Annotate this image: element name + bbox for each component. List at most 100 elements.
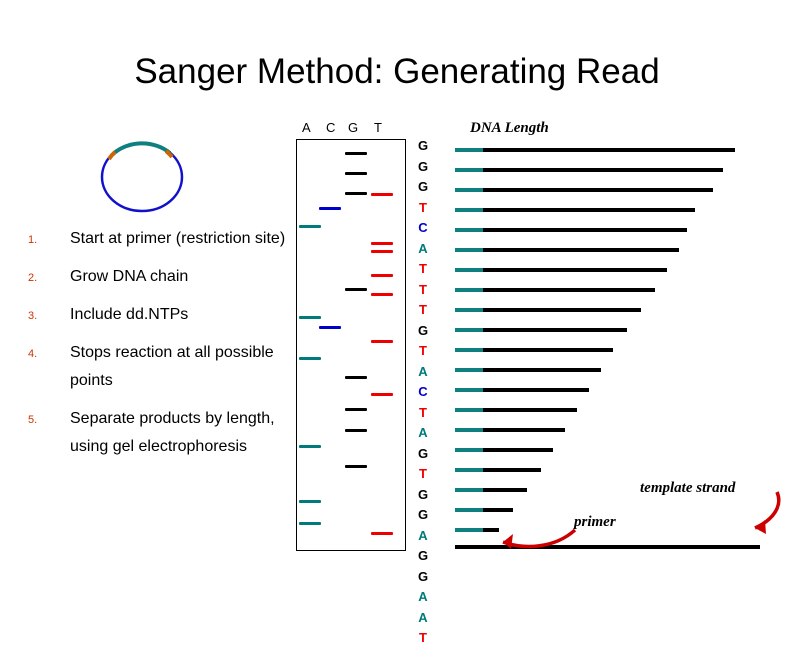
- ladder-rung: [455, 408, 577, 412]
- gel-band-t: [371, 274, 393, 277]
- slide-canvas: Sanger Method: Generating Read 1. Start …: [0, 0, 794, 645]
- ladder-chain-segment: [483, 268, 667, 272]
- sequence-base: G: [417, 158, 429, 174]
- ladder-chain-segment: [483, 168, 723, 172]
- list-item-number: 2.: [28, 272, 38, 284]
- sequence-base: A: [418, 425, 428, 440]
- sequence-base: A: [418, 609, 428, 625]
- gel-band-a: [299, 316, 321, 319]
- ladder-chain-segment: [483, 448, 553, 452]
- ladder-primer-segment: [455, 208, 483, 212]
- list-item-number: 3.: [28, 310, 38, 322]
- list-item-label: Start at primer (restriction site): [70, 230, 286, 247]
- gel-band-a: [299, 225, 321, 228]
- gel-lane-label-t: T: [374, 120, 382, 135]
- ladder-primer-segment: [455, 288, 483, 292]
- plasmid-marker-right: [164, 149, 174, 159]
- gel-band-t: [371, 293, 393, 296]
- primer-arrow-head: [503, 534, 513, 549]
- ladder-chain-segment: [483, 348, 613, 352]
- ladder-rung: [455, 228, 687, 232]
- sequence-read-column: GGGTCATTTGTACTAGTGGAGGAAT: [412, 136, 434, 649]
- list-item: 3. Include dd.NTPs: [28, 301, 290, 329]
- gel-band-t: [371, 393, 393, 396]
- annotation-arrows: [455, 460, 785, 560]
- ladder-primer-segment: [455, 308, 483, 312]
- list-item-label: Grow DNA chain: [70, 268, 189, 285]
- ladder-rung: [455, 308, 641, 312]
- ladder-chain-segment: [483, 148, 735, 152]
- gel-band-a: [299, 445, 321, 448]
- sequence-base: T: [419, 343, 427, 358]
- sequence-base: A: [418, 240, 428, 256]
- list-item-number: 1.: [28, 234, 38, 246]
- gel-band-c: [319, 326, 341, 329]
- sequence-base: G: [417, 138, 429, 153]
- ladder-primer-segment: [455, 328, 483, 332]
- gel-band-g: [345, 465, 367, 468]
- list-item-label: Separate products by length, using gel e…: [70, 410, 275, 455]
- ladder-primer-segment: [455, 408, 483, 412]
- gel-band-g: [345, 192, 367, 195]
- ladder-chain-segment: [483, 208, 695, 212]
- gel-band-t: [371, 532, 393, 535]
- ladder-chain-segment: [483, 288, 655, 292]
- list-item: 5. Separate products by length, using ge…: [28, 405, 290, 461]
- ladder-chain-segment: [483, 228, 687, 232]
- sequence-base: G: [417, 179, 429, 194]
- list-item-label: Include dd.NTPs: [70, 306, 189, 323]
- ladder-chain-segment: [483, 248, 679, 252]
- ladder-primer-segment: [455, 188, 483, 192]
- sequence-base: G: [417, 507, 429, 522]
- ladder-rung: [455, 328, 627, 332]
- ladder-rung: [455, 348, 613, 352]
- ladder-rung: [455, 288, 655, 292]
- plasmid-circle-diagram: [92, 137, 192, 215]
- sequence-base: T: [419, 302, 427, 317]
- ladder-primer-segment: [455, 168, 483, 172]
- annotation-arrows-svg: [502, 491, 781, 549]
- ladder-primer-segment: [455, 388, 483, 392]
- gel-band-a: [299, 522, 321, 525]
- sequence-base: T: [419, 630, 427, 645]
- gel-band-t: [371, 340, 393, 343]
- gel-band-t: [371, 193, 393, 196]
- ladder-chain-segment: [483, 428, 565, 432]
- gel-lane-label-c: C: [326, 120, 336, 135]
- list-item: 1. Start at primer (restriction site): [28, 225, 290, 253]
- ladder-primer-segment: [455, 448, 483, 452]
- sequence-base: T: [419, 404, 427, 420]
- page-title: Sanger Method: Generating Read: [134, 52, 660, 91]
- ladder-rung: [455, 208, 695, 212]
- gel-lane-labels: ACGT: [296, 120, 404, 138]
- gel-band-g: [345, 172, 367, 175]
- gel-band-g: [345, 408, 367, 411]
- ladder-primer-segment: [455, 148, 483, 152]
- ladder-primer-segment: [455, 428, 483, 432]
- ladder-chain-segment: [483, 408, 577, 412]
- dna-length-label: DNA Length: [470, 120, 549, 136]
- gel-band-t: [371, 242, 393, 245]
- plasmid-insert-arc: [110, 141, 172, 157]
- gel-band-c: [319, 207, 341, 210]
- ladder-primer-segment: [455, 268, 483, 272]
- gel-band-g: [345, 376, 367, 379]
- list-item-number: 5.: [28, 414, 38, 426]
- sequence-base: C: [418, 384, 428, 399]
- ladder-rung: [455, 448, 553, 452]
- sequence-base: G: [417, 548, 429, 563]
- sequence-base: T: [419, 466, 427, 481]
- gel-band-g: [345, 288, 367, 291]
- steps-list: 1. Start at primer (restriction site) 2.…: [28, 225, 290, 471]
- gel-band-a: [299, 500, 321, 503]
- sequence-base: G: [417, 322, 429, 338]
- primer-pointer-arrow: [502, 528, 577, 549]
- plasmid-marker-left: [107, 150, 117, 161]
- ladder-primer-segment: [455, 368, 483, 372]
- template-pointer-arrow: [754, 491, 781, 530]
- ladder-rung: [455, 168, 723, 172]
- sequence-base: A: [418, 363, 428, 379]
- ladder-chain-segment: [483, 388, 589, 392]
- template-arrow-head: [755, 520, 766, 534]
- ladder-chain-segment: [483, 308, 641, 312]
